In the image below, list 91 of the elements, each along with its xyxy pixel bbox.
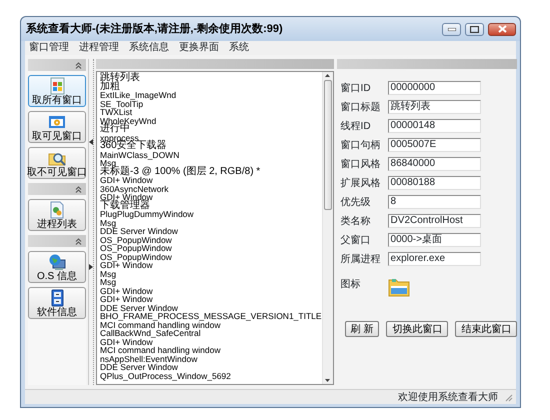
list-item[interactable]: 360AsyncNetwork [100,184,322,193]
scrollbar[interactable] [322,72,333,384]
splitter[interactable] [88,59,94,385]
text-field[interactable]: 8 [388,195,481,209]
arrow-left-icon [89,139,93,145]
action-button[interactable]: 切换此窗口 [386,321,448,337]
list-item[interactable]: GDI+ Window [100,193,322,202]
text-field[interactable]: explorer.exe [388,252,481,266]
menu-item[interactable]: 系统信息 [129,42,169,54]
menu-item[interactable]: 进程管理 [79,42,119,54]
list-item[interactable]: DDE Server Window [100,227,322,236]
folder-icon [388,277,410,297]
field-label: 优先级 [340,196,372,208]
list-item[interactable]: 360安全下载器 [100,142,322,150]
list-item[interactable]: 下载管理器 [100,202,322,210]
text-field[interactable]: 00000000 [388,81,481,95]
sidebar-button[interactable]: 进程列表 [28,199,86,231]
list-item[interactable]: BHO_FRAME_PROCESS_MESSAGE_VERSION1_TITLE [100,312,322,320]
menu-item[interactable]: 窗口管理 [29,42,69,54]
scroll-up-icon[interactable] [325,74,330,77]
minimize-button[interactable] [442,22,461,36]
field-label: 父窗口 [340,234,372,246]
scroll-down-icon[interactable] [325,379,330,382]
list-item[interactable]: 进行中 [100,125,322,134]
list-item[interactable]: WholeKeyWnd [100,116,322,125]
field-label: 扩展风格 [340,178,382,188]
sidebar-button[interactable]: 取所有窗口 [28,75,86,107]
list-item[interactable]: PlugPlugDummyWindow [100,210,322,218]
list-item[interactable]: Msg [100,159,322,168]
window-title: 系统查看大师-(未注册版本,请注册,-剩余使用次数:99) [26,22,283,37]
list-item[interactable]: MCI command handling window [100,320,322,329]
field-label: 所属进程 [340,254,382,264]
list-item[interactable]: SE_ToolTip [100,100,322,108]
list-item[interactable]: CallBackWnd_SafeCentral [100,329,322,338]
list-item[interactable]: MCI command handling window [100,346,322,354]
status-text: 欢迎使用系统查看大师 [398,390,498,404]
text-field[interactable]: 00000148 [388,119,481,133]
field-label: 类名称 [340,216,372,226]
list-item[interactable]: OS_PopupWindow [100,244,322,252]
action-button[interactable]: 刷 新 [344,321,380,337]
field-label: 线程ID [340,120,372,132]
text-field[interactable]: 86840000 [388,157,481,171]
list-item[interactable]: Msg [100,278,322,286]
list-item[interactable]: GDI+ Window [100,261,322,270]
list-item[interactable]: Msg [100,218,322,227]
collapse-icon [75,186,82,192]
field-label: 窗口句柄 [340,140,382,150]
close-icon [498,25,506,33]
collapse-icon [75,238,82,244]
sidebar-button[interactable]: O.S 信息 [28,251,86,283]
list-item[interactable]: QPlus_OutProcess_Window_5692 [100,372,322,380]
text-field[interactable]: 0005007E [388,138,481,152]
list-item[interactable]: MainWClass_DOWN [100,150,322,159]
minimize-icon [448,28,456,30]
list-item[interactable]: TWXList [100,108,322,116]
list-item[interactable]: 跳转列表 [100,74,322,82]
globe-computer-icon [48,253,66,271]
menu-item[interactable]: 更换界面 [179,42,219,54]
window-icon [48,77,66,95]
collapse-icon [75,62,82,68]
list-item[interactable]: DDE Server Window [100,304,322,312]
resize-grip-icon [504,392,513,402]
close-button[interactable] [488,22,516,36]
list-item[interactable]: nsAppShell:EventWindow [100,354,322,363]
text-field[interactable]: 跳转列表 [388,100,481,114]
text-field[interactable]: DV2ControlHost [388,214,481,228]
maximize-button[interactable] [465,22,484,36]
list-item[interactable]: GDI+ Window [100,338,322,346]
field-label: 窗口风格 [340,158,382,170]
list-item[interactable]: GDI+ Window [100,286,322,295]
sidebar-button[interactable]: 软件信息 [28,287,86,319]
arrow-right-icon [89,264,93,270]
sidebar-button[interactable]: 取不可见窗口 [28,147,86,179]
list-item[interactable]: OS_PopupWindow [100,236,322,244]
list-item[interactable]: 未标题-3 @ 100% (图层 2, RGB/8) * [100,168,322,176]
list-item[interactable]: DDE Server Window [100,363,322,372]
list-item[interactable]: 加粗 [100,82,322,91]
text-field[interactable]: 00080188 [388,176,481,190]
list-item[interactable]: OS_PopupWindow [100,252,322,261]
field-label: 图标 [340,278,362,290]
field-label: 窗口标题 [340,102,382,112]
maximize-icon [470,26,479,32]
action-button[interactable]: 结束此窗口 [455,321,518,337]
text-field[interactable]: 0000->桌面 [388,233,481,247]
field-label: 窗口ID [340,82,372,94]
sidebar-button[interactable]: 取可见窗口 [28,111,86,143]
list-item[interactable]: ExtILike_ImageWnd [100,91,322,100]
list-item[interactable]: GDI+ Window [100,295,322,304]
menu-item[interactable]: 系统 [229,42,249,54]
list-item[interactable]: Msg [100,270,322,278]
list-item[interactable]: GDI+ Window [100,176,322,184]
